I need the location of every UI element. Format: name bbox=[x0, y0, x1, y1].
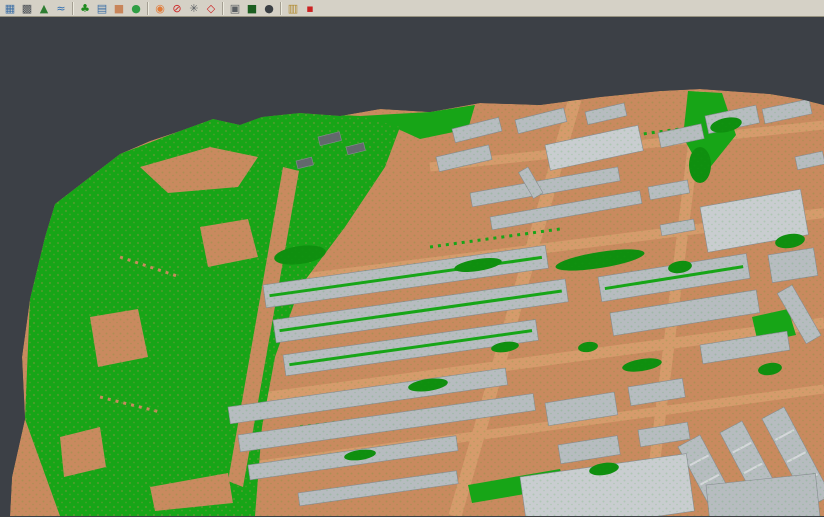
terrain-icon-glyph: ▲ bbox=[40, 2, 48, 15]
point-class-icon[interactable]: ◉ bbox=[152, 1, 168, 16]
sphere-icon-glyph: ● bbox=[264, 2, 274, 15]
viewport-3d[interactable] bbox=[0, 17, 824, 517]
scene-svg[interactable] bbox=[0, 17, 824, 516]
vegetation-icon[interactable]: ♣ bbox=[77, 1, 93, 16]
marker-icon[interactable]: ▪ bbox=[302, 1, 318, 16]
point-class-icon-glyph: ◉ bbox=[155, 2, 165, 15]
histogram-icon-glyph: ▥ bbox=[288, 2, 298, 15]
main-toolbar: ▦ ▩ ▲ ≈ ♣ ▤ ■ ● ◉ ⊘ ✳ ◇ ▣ ■ ● ▥ ▪ bbox=[0, 0, 824, 17]
window-icon-glyph: ▣ bbox=[230, 2, 240, 15]
selection-box-icon[interactable]: ◇ bbox=[203, 1, 219, 16]
globe-icon[interactable]: ● bbox=[128, 1, 144, 16]
window-icon[interactable]: ▣ bbox=[227, 1, 243, 16]
forest-class-icon[interactable]: ■ bbox=[244, 1, 260, 16]
histogram-icon[interactable]: ▥ bbox=[285, 1, 301, 16]
exclude-icon[interactable]: ⊘ bbox=[169, 1, 185, 16]
raster-layer-icon[interactable]: ▩ bbox=[19, 1, 35, 16]
water-icon[interactable]: ≈ bbox=[53, 1, 69, 16]
raster-layer-icon-glyph: ▩ bbox=[22, 2, 32, 15]
toolbar-separator bbox=[280, 2, 282, 15]
marker-icon-glyph: ▪ bbox=[306, 2, 313, 15]
vegetation-icon-glyph: ♣ bbox=[80, 2, 90, 15]
water-icon-glyph: ≈ bbox=[56, 2, 65, 15]
app-window: ▦ ▩ ▲ ≈ ♣ ▤ ■ ● ◉ ⊘ ✳ ◇ ▣ ■ ● ▥ ▪ bbox=[0, 0, 824, 517]
settings-icon[interactable]: ✳ bbox=[186, 1, 202, 16]
globe-icon-glyph: ● bbox=[131, 2, 141, 15]
forest-class-icon-glyph: ■ bbox=[247, 2, 257, 15]
toolbar-separator bbox=[222, 2, 224, 15]
grid-view-icon-glyph: ▦ bbox=[5, 2, 15, 15]
sphere-icon[interactable]: ● bbox=[261, 1, 277, 16]
ground-class-icon[interactable]: ■ bbox=[111, 1, 127, 16]
ground-class-icon-glyph: ■ bbox=[114, 2, 124, 15]
settings-icon-glyph: ✳ bbox=[189, 2, 198, 15]
grid-view-icon[interactable]: ▦ bbox=[2, 1, 18, 16]
table-icon-glyph: ▤ bbox=[97, 2, 107, 15]
toolbar-separator bbox=[147, 2, 149, 15]
toolbar-separator bbox=[72, 2, 74, 15]
selection-box-icon-glyph: ◇ bbox=[207, 2, 215, 15]
table-icon[interactable]: ▤ bbox=[94, 1, 110, 16]
terrain-icon[interactable]: ▲ bbox=[36, 1, 52, 16]
exclude-icon-glyph: ⊘ bbox=[172, 2, 181, 15]
